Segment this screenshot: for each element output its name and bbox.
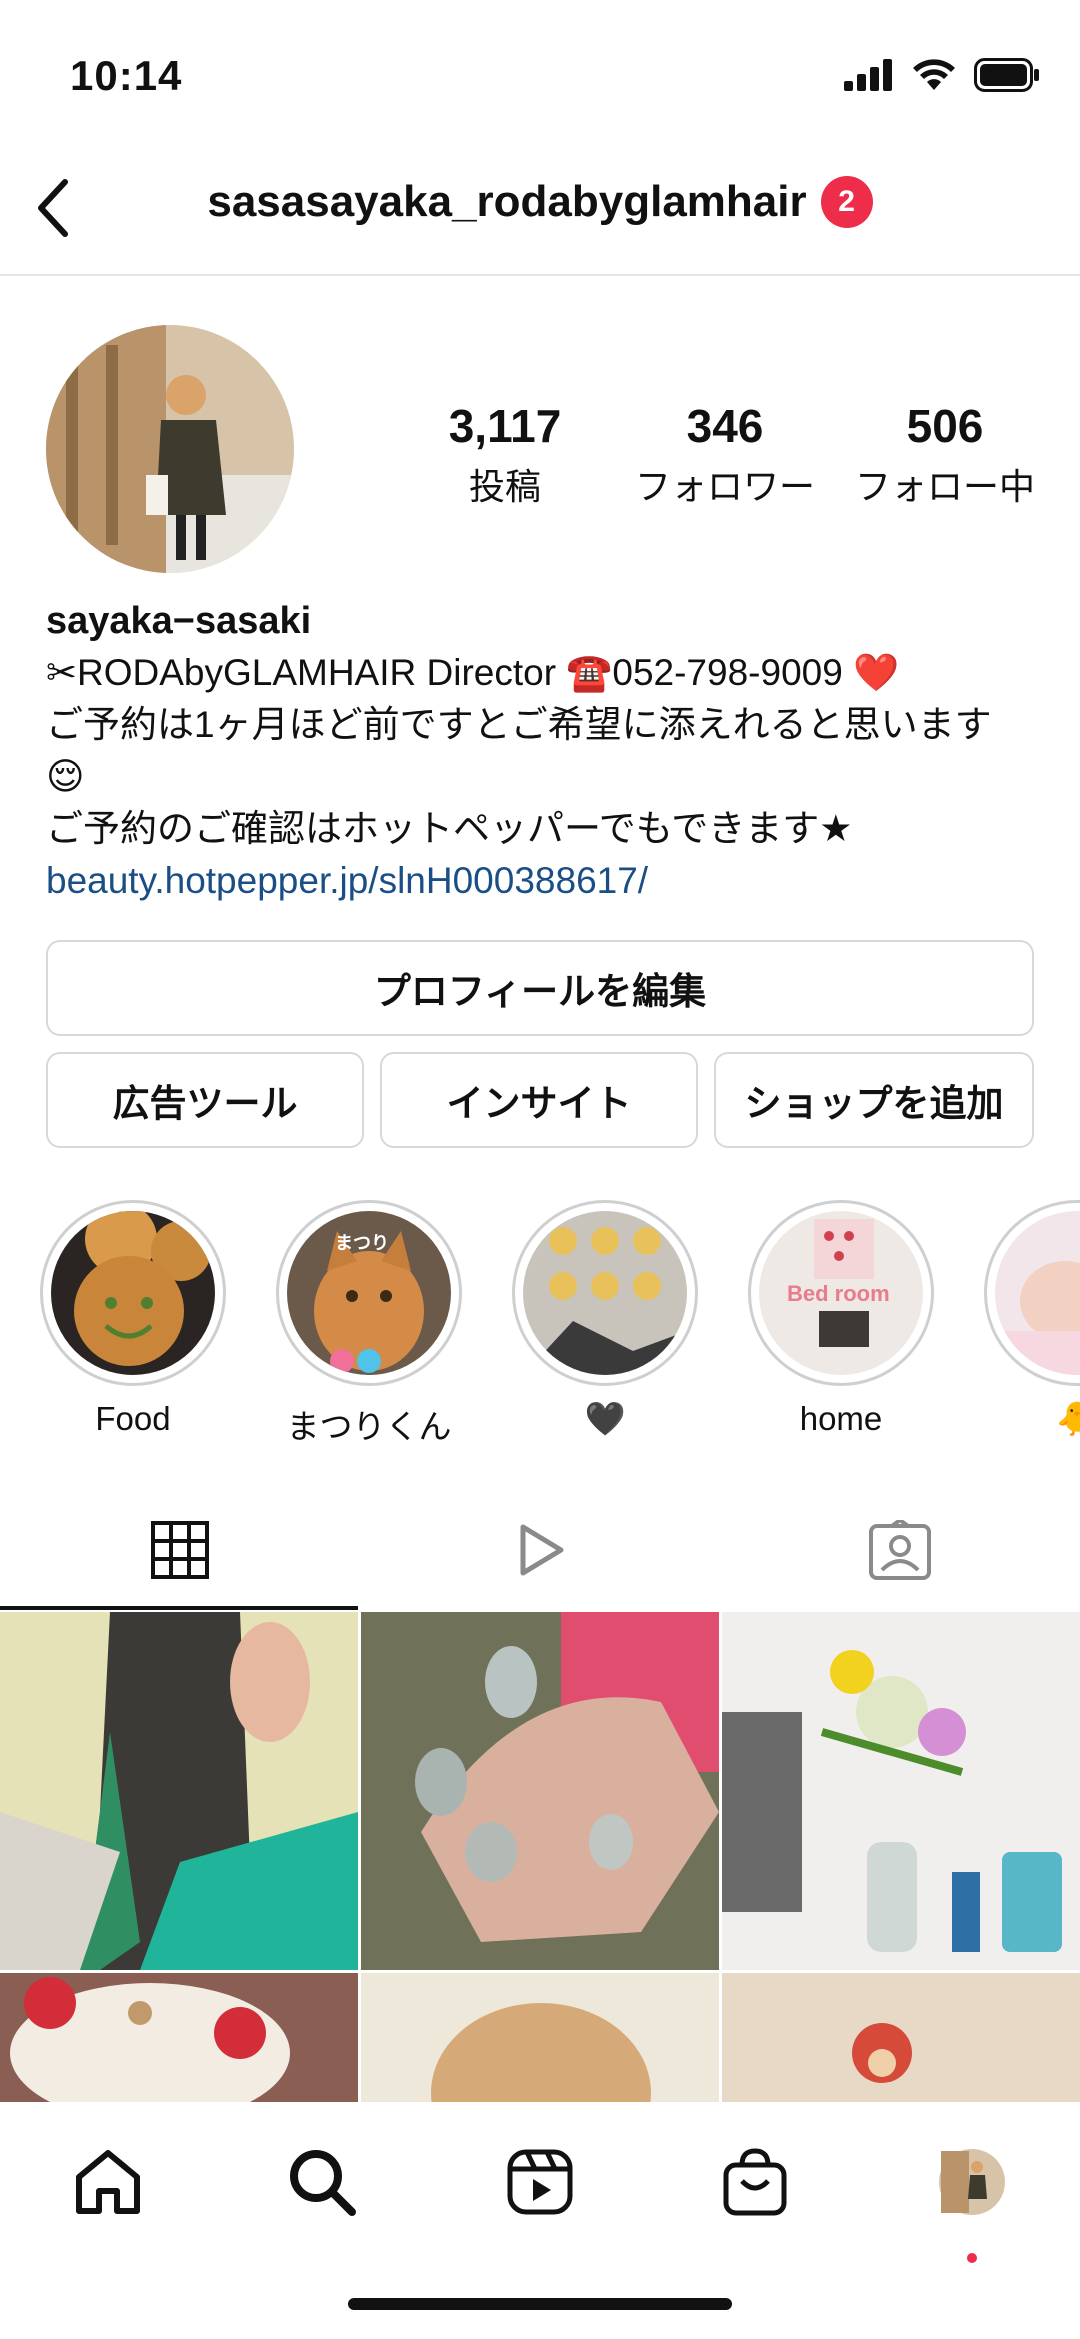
highlight-cover-text: Bed room <box>787 1281 890 1306</box>
nav-shop[interactable] <box>705 2132 805 2232</box>
reels-icon <box>507 2149 573 2215</box>
status-icons <box>844 58 1040 92</box>
flowers-photo <box>722 1612 1080 1970</box>
status-bar: 10:14 <box>0 0 1080 140</box>
highlight-label: 🖤 <box>584 1400 626 1437</box>
highlight-cat[interactable]: まつり まつりくん <box>276 1200 462 1448</box>
nav-search[interactable] <box>272 2132 372 2232</box>
highlight-ring: Bed room <box>748 1200 934 1386</box>
stat-posts[interactable]: 3,117 投稿 <box>395 400 615 510</box>
bio-line: ご予約は1ヶ月ほど前ですとご希望に添えれると思います <box>46 704 992 745</box>
highlight-home[interactable]: Bed room home <box>748 1200 934 1438</box>
highlight-cover: Bed room <box>759 1211 923 1375</box>
highlight-cover: まつり <box>287 1211 451 1375</box>
story-highlights: Food まつり まつりくん 🖤 Bed room home 🐥 <box>0 1200 1080 1450</box>
highlight-ring: まつり <box>276 1200 462 1386</box>
notification-dot <box>967 2253 977 2263</box>
profile-tabs <box>0 1490 1080 1610</box>
shopping-bag-icon <box>723 2148 787 2216</box>
profile-bio: sayaka−sasaki ✂︎RODAbyGLAMHAIR Director … <box>46 595 1046 907</box>
hair-photo <box>0 1612 358 1970</box>
username-text: sasasayaka_rodabyglamhair <box>207 177 807 226</box>
grid-icon <box>151 1521 209 1579</box>
post-thumbnail[interactable] <box>361 1612 719 1970</box>
insights-button[interactable]: インサイト <box>380 1052 698 1148</box>
bio-line: ご予約のご確認はホットペッパーでもできます★ <box>46 808 853 849</box>
profile-stats: 3,117 投稿 346 フォロワー 506 フォロー中 <box>395 400 1055 510</box>
profile-avatar-icon <box>939 2149 1005 2215</box>
search-icon <box>290 2150 356 2216</box>
cookies-image <box>523 1211 687 1375</box>
pancake-image <box>51 1211 215 1375</box>
profile-avatar[interactable] <box>46 325 294 573</box>
bio-link[interactable]: beauty.hotpepper.jp/slnH000388617/ <box>46 855 1046 907</box>
post-thumbnail[interactable] <box>722 1612 1080 1970</box>
highlight-heart[interactable]: 🖤 <box>512 1200 698 1439</box>
bio-line: ✂︎RODAbyGLAMHAIR Director ☎️052-798-9009… <box>46 652 900 693</box>
dessert-photo <box>0 1973 358 2102</box>
add-shop-button[interactable]: ショップを追加 <box>714 1052 1034 1148</box>
profile-header: sasasayaka_rodabyglamhair 2 <box>0 140 1080 276</box>
following-count: 506 <box>906 400 984 452</box>
highlight-label: home <box>799 1400 883 1437</box>
stat-following[interactable]: 506 フォロー中 <box>835 400 1055 510</box>
highlight-cover <box>51 1211 215 1375</box>
stat-followers[interactable]: 346 フォロワー <box>615 400 835 510</box>
username-title[interactable]: sasasayaka_rodabyglamhair 2 <box>0 176 1080 228</box>
highlight-food[interactable]: Food <box>40 1200 226 1438</box>
wifi-icon <box>913 59 955 90</box>
signal-icon <box>844 59 892 91</box>
tagged-person-icon <box>869 1520 931 1580</box>
posts-count: 3,117 <box>448 400 562 452</box>
nav-reels[interactable] <box>490 2132 590 2232</box>
post-thumbnail[interactable] <box>361 1973 719 2102</box>
tab-grid[interactable] <box>0 1490 360 1610</box>
home-indicator[interactable] <box>348 2298 732 2310</box>
figurine-photo <box>722 1973 1080 2102</box>
haircut-photo <box>361 1973 719 2102</box>
post-grid <box>0 1612 1080 2102</box>
highlight-cover <box>523 1211 687 1375</box>
post-thumbnail[interactable] <box>0 1973 358 2102</box>
highlight-ring <box>40 1200 226 1386</box>
posts-label: 投稿 <box>468 466 541 507</box>
nav-profile[interactable] <box>922 2132 1022 2232</box>
followers-label: フォロワー <box>634 466 815 507</box>
tab-tagged[interactable] <box>720 1490 1080 1610</box>
status-time: 10:14 <box>70 52 183 99</box>
home-icon <box>76 2150 140 2214</box>
post-thumbnail[interactable] <box>0 1612 358 1970</box>
display-name: sayaka−sasaki <box>46 600 312 642</box>
bio-line: 😌 <box>46 756 85 797</box>
highlight-ring <box>512 1200 698 1386</box>
active-tab-indicator <box>0 1606 358 1610</box>
highlight-ring <box>984 1200 1080 1386</box>
highlight-cover-text: まつり <box>335 1233 389 1253</box>
baby-image <box>995 1211 1080 1375</box>
highlight-label: まつりくん <box>286 1408 452 1445</box>
battery-icon <box>974 58 1039 92</box>
ad-tools-button[interactable]: 広告ツール <box>46 1052 364 1148</box>
tab-reels[interactable] <box>360 1490 720 1610</box>
following-label: フォロー中 <box>854 466 1035 507</box>
highlight-cover <box>995 1211 1080 1375</box>
followers-count: 346 <box>686 400 764 452</box>
edit-profile-button[interactable]: プロフィールを編集 <box>46 940 1034 1036</box>
nail-photo <box>361 1612 719 1970</box>
highlight-label: 🐥 <box>1056 1400 1080 1437</box>
post-thumbnail[interactable] <box>722 1973 1080 2102</box>
profile-photo <box>46 325 294 573</box>
play-icon <box>520 1524 564 1576</box>
highlight-chick[interactable]: 🐥 <box>984 1200 1080 1439</box>
nav-home[interactable] <box>58 2132 158 2232</box>
highlight-label: Food <box>95 1400 171 1437</box>
notification-badge: 2 <box>820 176 873 228</box>
